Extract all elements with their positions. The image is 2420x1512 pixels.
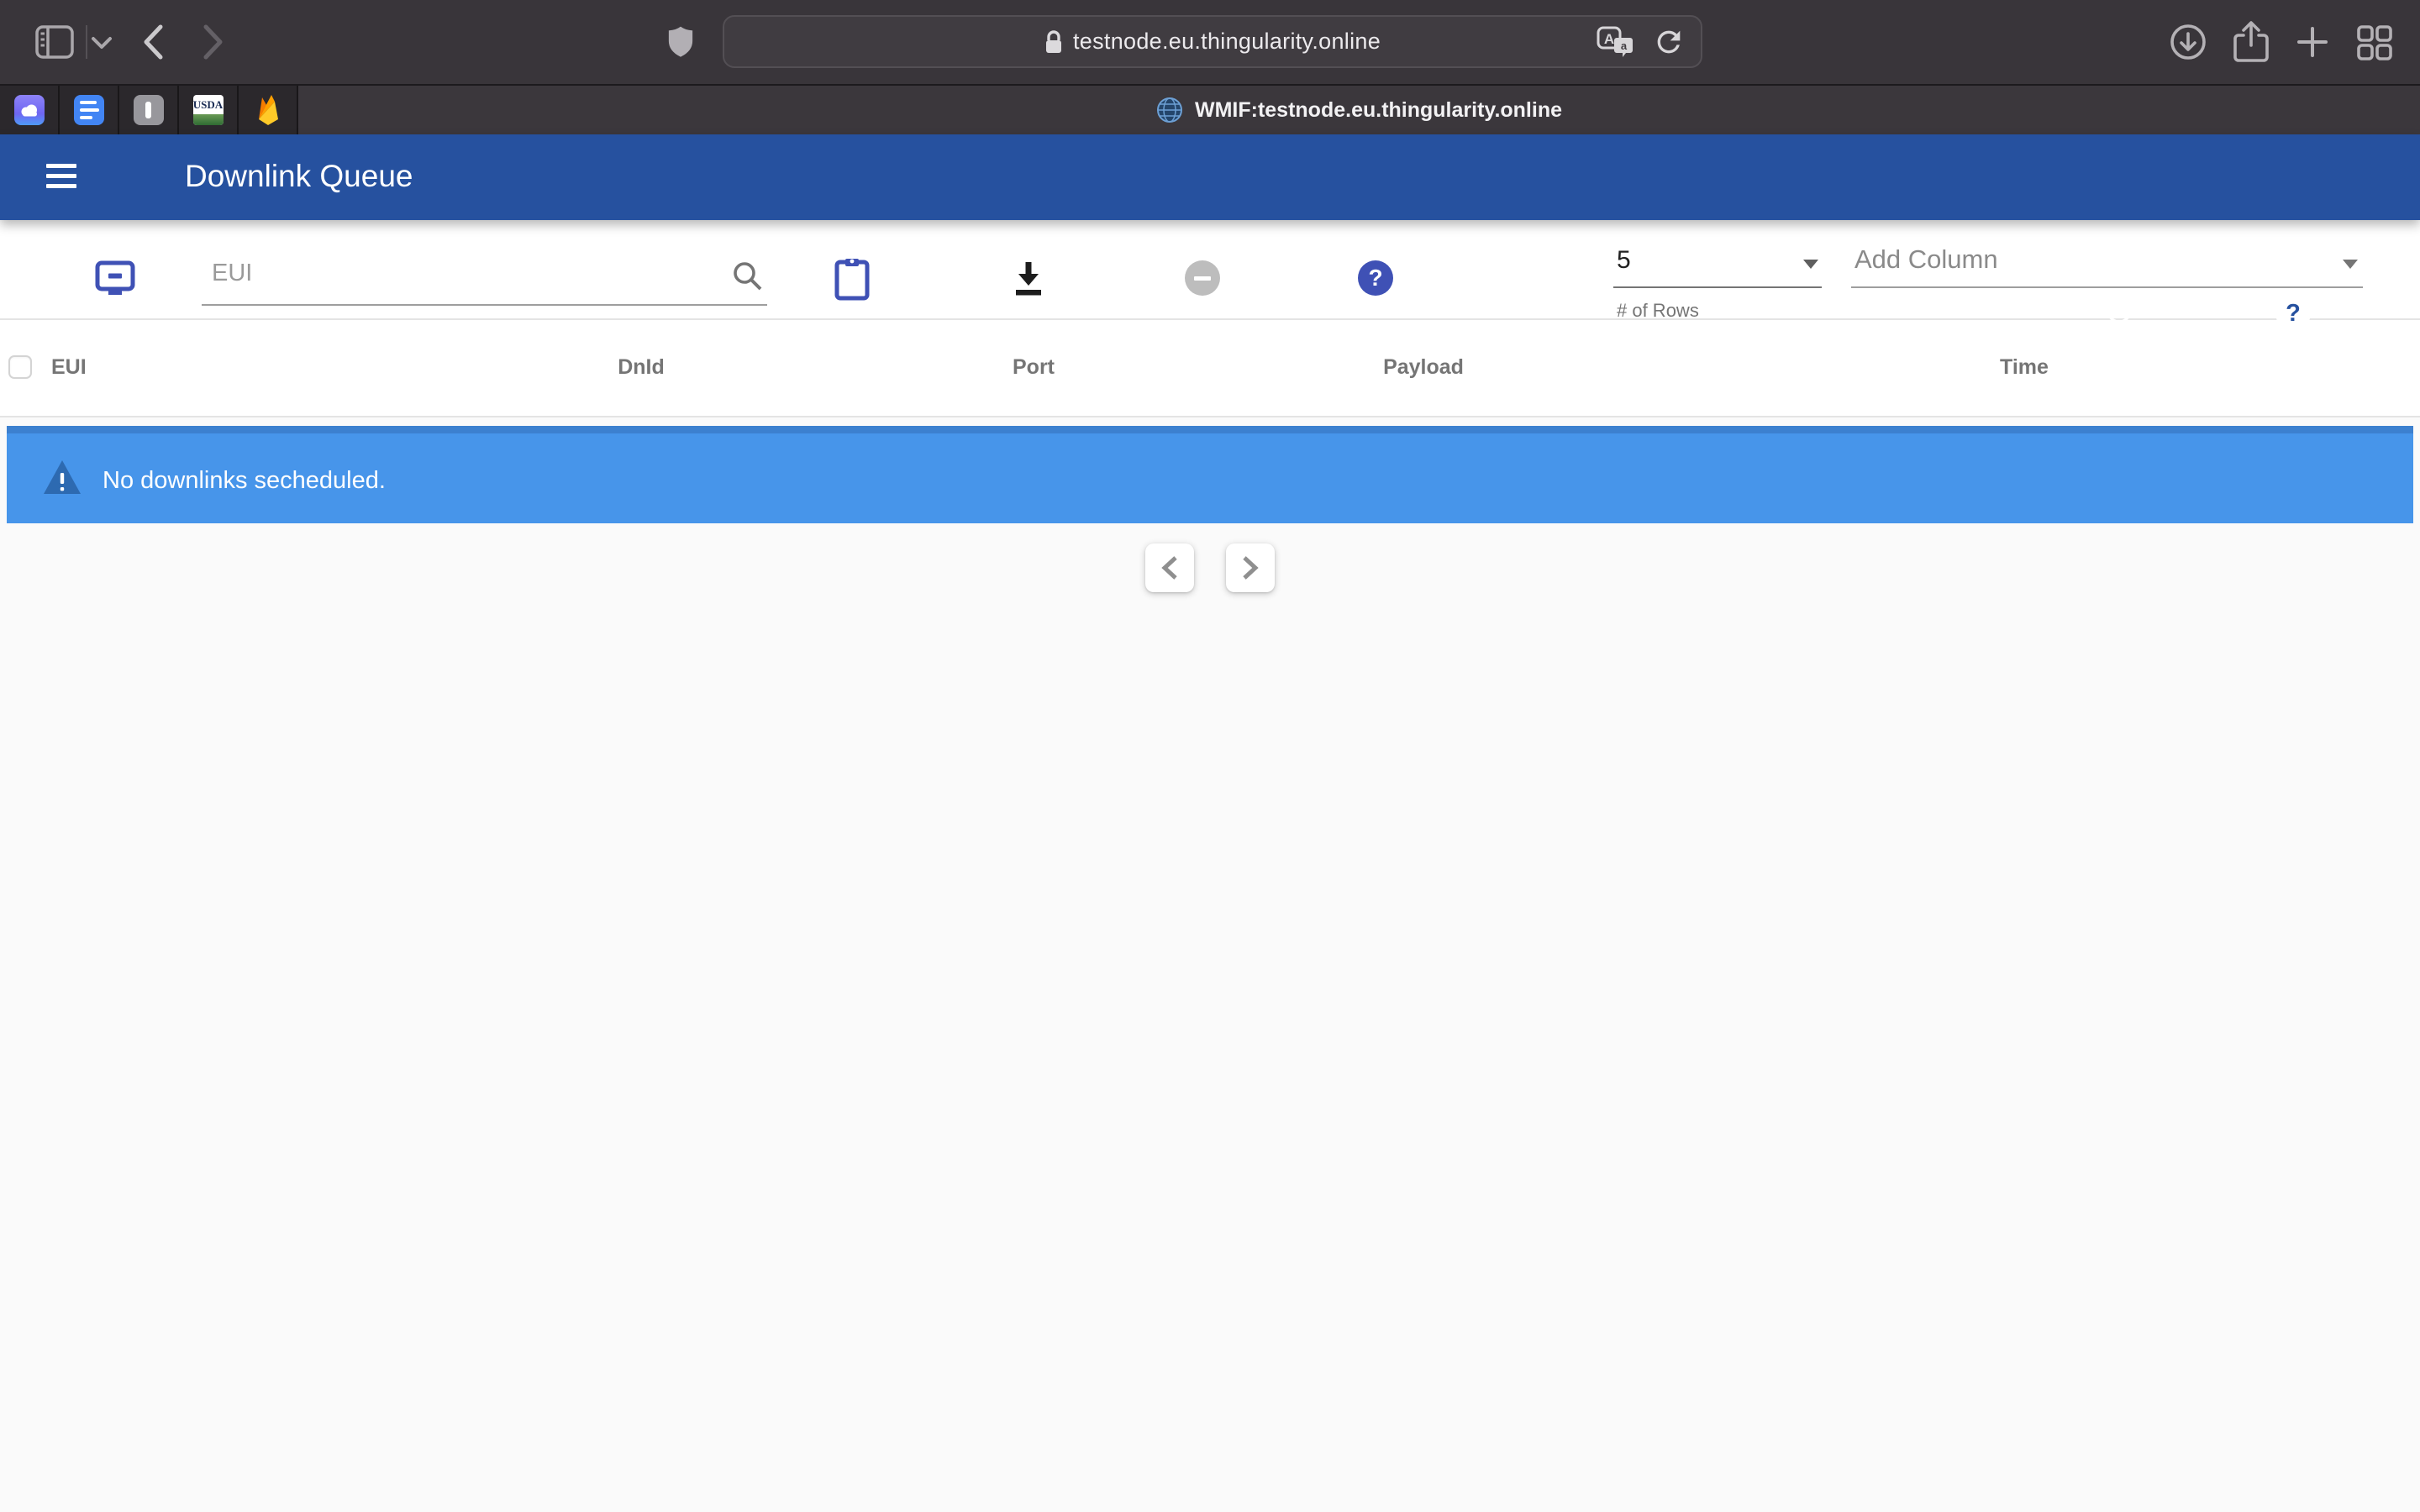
search-icon[interactable] — [732, 260, 764, 292]
add-column-label: Add Column — [1854, 244, 1998, 275]
download-icon[interactable] — [1011, 260, 1046, 297]
role-select[interactable]: Admin — [1501, 286, 2015, 338]
globe-favicon-icon — [1156, 97, 1183, 123]
rows-per-page-select[interactable]: 5 — [1613, 238, 1822, 288]
pinned-tab-info[interactable] — [119, 86, 179, 134]
page-title: Downlink Queue — [185, 159, 413, 194]
privacy-shield-icon[interactable] — [668, 26, 693, 58]
table-header-row: EUI DnId Port Payload Time — [0, 320, 2420, 417]
new-tab-icon[interactable] — [2296, 25, 2329, 59]
warning-icon — [42, 459, 82, 496]
filter-help-icon[interactable] — [1358, 260, 1393, 296]
role-select-value: Admin — [1502, 289, 1574, 318]
device-display-icon[interactable] — [95, 260, 135, 297]
remove-icon[interactable] — [1185, 260, 1220, 296]
chevron-right-icon — [1239, 554, 1261, 581]
add-column-caret-down-icon — [2343, 260, 2358, 269]
translate-icon[interactable]: A a — [1597, 26, 1634, 58]
pinned-tab-firebase[interactable] — [239, 86, 298, 134]
firebase-favicon-icon — [255, 94, 281, 126]
back-icon[interactable] — [141, 24, 165, 60]
reload-icon[interactable] — [1652, 25, 1686, 59]
active-tab-title: WMIF:testnode.eu.thingularity.online — [1195, 98, 1562, 123]
url-text: testnode.eu.thingularity.online — [1073, 29, 1381, 55]
downloads-icon[interactable] — [2170, 24, 2207, 60]
toolbar-divider — [86, 25, 87, 59]
column-header-port[interactable]: Port — [1013, 355, 1055, 380]
usda-favicon-icon: USDA — [193, 95, 224, 125]
role-caret-down-icon — [1995, 299, 2010, 308]
empty-state-message: No downlinks secheduled. — [103, 467, 386, 495]
chevron-left-icon — [1159, 554, 1181, 581]
address-bar[interactable]: testnode.eu.thingularity.online A a — [723, 15, 1702, 68]
app-bar: Downlink Queue Admin — [0, 134, 2420, 220]
svg-text:A: A — [1604, 31, 1614, 47]
pinned-tab-icloud[interactable] — [0, 86, 60, 134]
clipboard-icon[interactable] — [834, 257, 870, 301]
pinned-tab-docs[interactable] — [60, 86, 119, 134]
prev-page-button[interactable] — [1145, 543, 1194, 592]
info-favicon-icon — [134, 95, 164, 125]
empty-state-alert: No downlinks secheduled. — [7, 426, 2413, 523]
select-all-checkbox[interactable] — [8, 355, 32, 379]
column-header-time[interactable]: Time — [2000, 355, 2049, 380]
filter-toolbar: 5 # of Rows Add Column — [0, 220, 2420, 320]
forward-icon[interactable] — [202, 24, 225, 60]
rows-caret-down-icon — [1803, 260, 1818, 269]
eui-input[interactable] — [202, 249, 767, 304]
add-column-select[interactable]: Add Column — [1851, 238, 2363, 288]
sidebar-chevron-down-icon[interactable] — [91, 36, 113, 50]
next-page-button[interactable] — [1226, 543, 1275, 592]
pagination — [0, 543, 2420, 592]
pinned-tab-usda[interactable]: USDA — [179, 86, 239, 134]
usda-favicon-label: USDA — [193, 98, 224, 112]
refresh-icon[interactable] — [2102, 294, 2137, 329]
active-tab[interactable]: WMIF:testnode.eu.thingularity.online — [298, 86, 2420, 134]
column-header-payload[interactable]: Payload — [1383, 355, 1464, 380]
browser-toolbar: testnode.eu.thingularity.online A a — [0, 0, 2420, 84]
docs-favicon-icon — [74, 95, 104, 125]
share-icon[interactable] — [2232, 20, 2270, 64]
tab-strip: USDA WMIF:testnode.eu.thingularity.onlin… — [0, 84, 2420, 134]
sidebar-toggle-icon[interactable] — [35, 25, 74, 59]
eui-search-field — [202, 249, 767, 306]
column-header-eui[interactable]: EUI — [51, 355, 87, 380]
help-icon[interactable] — [2275, 296, 2311, 331]
lock-icon — [1044, 29, 1063, 55]
rows-per-page-value: 5 — [1617, 246, 1631, 275]
menu-icon[interactable] — [46, 164, 76, 191]
svg-text:a: a — [1621, 39, 1628, 52]
column-header-dnid[interactable]: DnId — [618, 355, 665, 380]
tab-overview-icon[interactable] — [2356, 24, 2393, 61]
icloud-favicon-icon — [14, 95, 45, 125]
